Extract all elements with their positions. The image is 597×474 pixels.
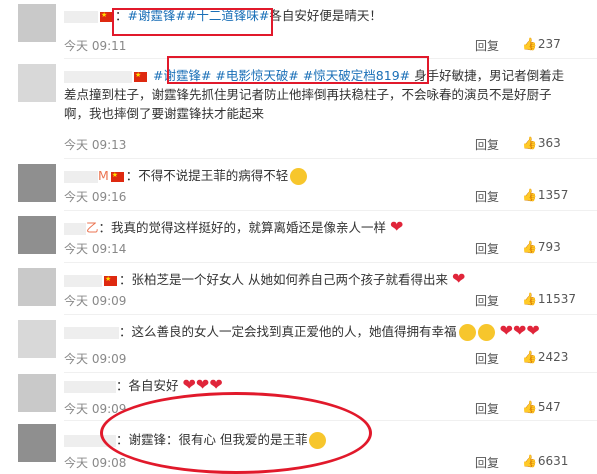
username[interactable] [64, 274, 102, 287]
reply-button[interactable]: 回复 [475, 292, 499, 309]
thumbs-up-icon: 👍 [522, 350, 537, 364]
timestamp: 今天 09:14 [64, 242, 127, 256]
timestamp: 今天 09:08 [64, 456, 127, 470]
reply-button[interactable]: 回复 [475, 37, 499, 54]
like-button[interactable]: 👍 237 [522, 37, 561, 51]
emoji-icon [458, 324, 476, 341]
like-button[interactable]: 👍 547 [522, 400, 561, 414]
reply-button[interactable]: 回复 [475, 350, 499, 367]
flag-icon [104, 275, 117, 286]
timestamp: 今天 09:16 [64, 190, 127, 204]
thumbs-up-icon: 👍 [522, 136, 537, 150]
emoji-icon [477, 324, 495, 341]
avatar[interactable] [18, 4, 56, 42]
avatar[interactable] [18, 64, 56, 102]
highlight-box [167, 56, 429, 84]
thumbs-up-icon: 👍 [522, 454, 537, 468]
heart-icon: ❤❤❤ [182, 375, 223, 394]
like-button[interactable]: 👍 793 [522, 240, 561, 254]
reply-button[interactable]: 回复 [475, 240, 499, 257]
highlight-ellipse [100, 392, 372, 474]
thumbs-up-icon: 👍 [522, 37, 537, 51]
highlight-box [112, 8, 273, 36]
avatar[interactable] [18, 268, 56, 306]
username[interactable] [64, 326, 119, 339]
comment-text: ：张柏芝是一个好女人 从她如何养自己两个孩子就看得出来 ❤ [64, 270, 465, 289]
timestamp: 今天 09:09 [64, 352, 127, 366]
username[interactable] [64, 380, 116, 393]
heart-icon: ❤❤❤ [494, 321, 540, 340]
comment-text: ：这么善良的女人一定会找到真正爱他的人，她值得拥有幸福 ❤❤❤ [64, 322, 540, 341]
like-button[interactable]: 👍 6631 [522, 454, 568, 468]
like-button[interactable]: 👍 11537 [522, 292, 576, 306]
like-button[interactable]: 👍 2423 [522, 350, 568, 364]
heart-icon: ❤ [390, 217, 404, 236]
emoji-icon [290, 168, 308, 185]
avatar[interactable] [18, 216, 56, 254]
avatar[interactable] [18, 374, 56, 412]
comment-text: M：不得不说提王菲的病得不轻 [64, 166, 308, 185]
thumbs-up-icon: 👍 [522, 292, 537, 306]
reply-button[interactable]: 回复 [475, 188, 499, 205]
username[interactable] [64, 170, 98, 183]
reply-button[interactable]: 回复 [475, 454, 499, 471]
avatar[interactable] [18, 320, 56, 358]
username[interactable] [64, 222, 86, 235]
username[interactable] [64, 10, 98, 23]
avatar[interactable] [18, 424, 56, 462]
timestamp: 今天 09:13 [64, 138, 127, 152]
heart-icon: ❤ [451, 269, 466, 288]
avatar[interactable] [18, 164, 56, 202]
like-button[interactable]: 👍 363 [522, 136, 561, 150]
like-button[interactable]: 👍 1357 [522, 188, 568, 202]
comment-text: ：各自安好 ❤❤❤ [64, 376, 223, 395]
thumbs-up-icon: 👍 [522, 188, 537, 202]
username[interactable] [64, 70, 132, 83]
flag-icon [110, 171, 124, 182]
timestamp: 今天 09:09 [64, 294, 127, 308]
thumbs-up-icon: 👍 [522, 400, 537, 414]
thumbs-up-icon: 👍 [522, 240, 537, 254]
reply-button[interactable]: 回复 [475, 400, 499, 417]
reply-button[interactable]: 回复 [475, 136, 499, 153]
timestamp: 今天 09:11 [64, 39, 127, 53]
comment-text: 乙：我真的觉得这样挺好的，就算离婚还是像亲人一样 ❤ [64, 218, 403, 237]
flag-icon [134, 71, 147, 82]
